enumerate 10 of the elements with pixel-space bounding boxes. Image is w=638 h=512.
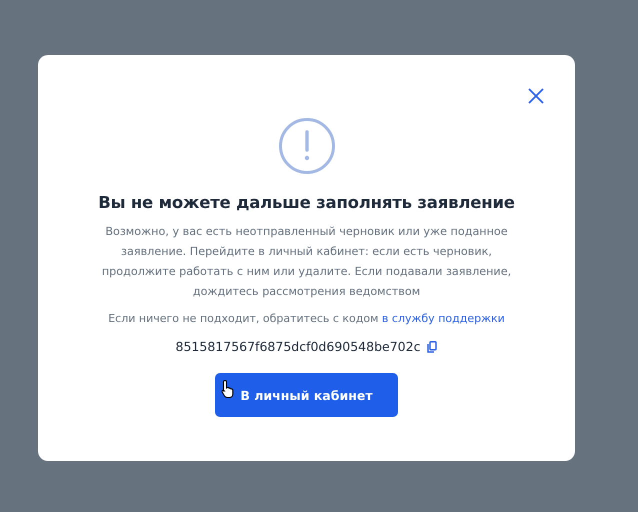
copy-icon[interactable] <box>427 340 438 352</box>
close-icon[interactable] <box>527 87 545 105</box>
personal-account-button[interactable]: В личный кабинет <box>215 373 398 417</box>
support-text: Если ничего не подходит, обратитесь с кодом в службу поддержки <box>108 312 505 325</box>
dialog-title: Вы не можете дальше заполнять заявление <box>98 193 515 212</box>
error-code: 8515817567f6875dcf0d690548be702c <box>176 339 420 354</box>
exclamation-icon <box>278 117 336 175</box>
dialog-message: Возможно, у вас есть неотправленный черновик или уже поданное заявление. Перейдите в личный кабинет: если есть черновик, продолжите работать с ним или удалите. Если подавали заявление, дождитесь рассмотрения ведомством <box>100 224 512 300</box>
hand-cursor-icon <box>221 379 235 399</box>
support-link[interactable]: в службу поддержки <box>382 312 505 325</box>
